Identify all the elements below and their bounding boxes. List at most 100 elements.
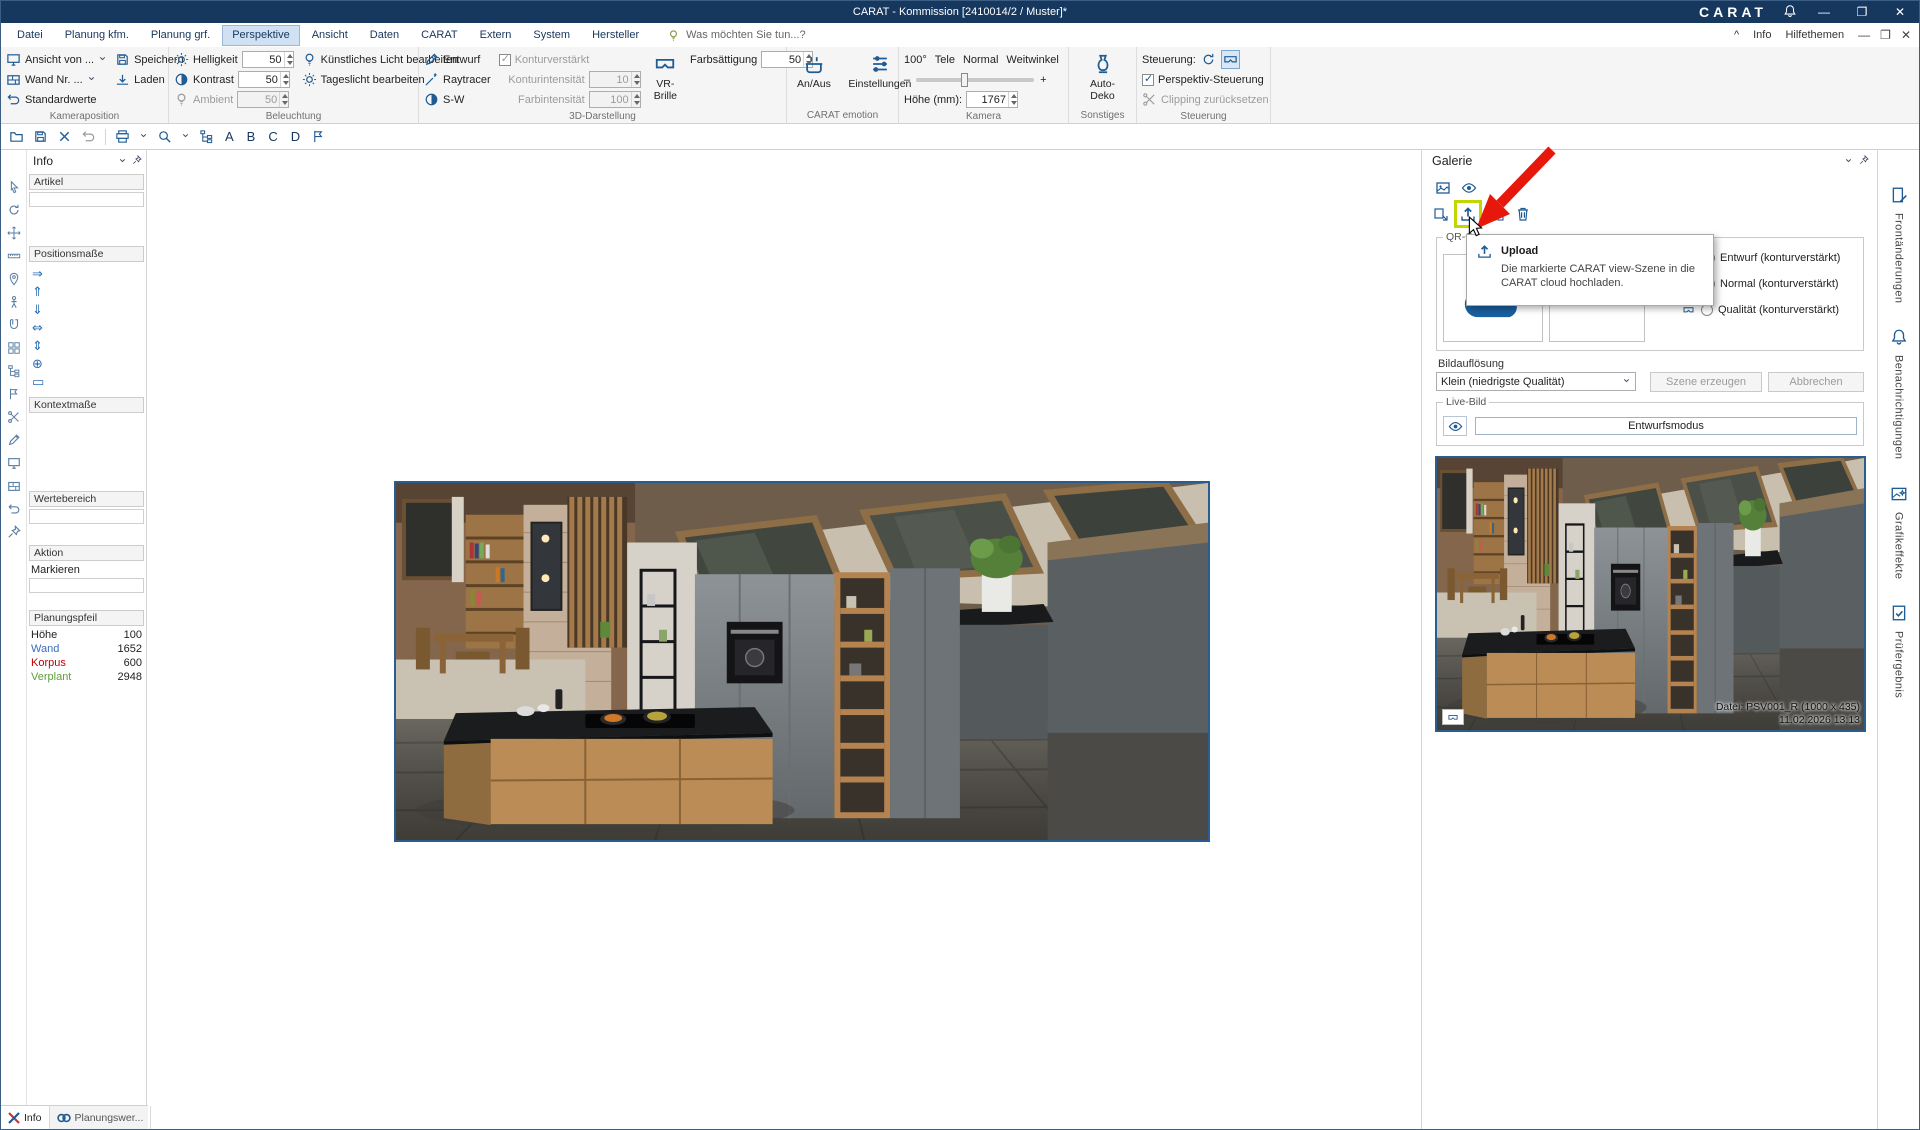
chevron-down-icon[interactable] [118,154,127,168]
standardwerte-button[interactable]: Standardwerte [6,90,107,109]
wall-tool-icon[interactable] [7,479,21,493]
scene-thumbnail[interactable]: Datei: PSV001_R (1000 x 435) 11.02.2026 … [1435,456,1866,732]
emotion-anaus-button[interactable]: An/Aus [792,50,836,93]
measure-center-icon[interactable]: ⊕ [32,357,146,372]
kontrast-spinner[interactable] [238,71,290,88]
view-preset-b[interactable]: B [245,129,258,144]
tab-info[interactable]: Info [1,1106,50,1129]
radio-normal[interactable]: Normal (konturverstärkt) [1703,278,1839,290]
close-plan-icon[interactable] [57,129,72,144]
entwurf-button[interactable]: Entwurf [424,50,491,69]
pencil-tool-icon[interactable] [7,433,21,447]
tab-extern[interactable]: Extern [470,25,522,46]
maximize-button[interactable]: ❐ [1851,5,1873,19]
vr-control-icon[interactable] [1221,50,1240,69]
wertebereich-field[interactable] [29,509,144,524]
gallery-view-button[interactable] [1458,177,1480,199]
flag-tool-icon[interactable] [7,387,21,401]
measure-tool-icon[interactable] [7,249,21,263]
fov-slider-handle[interactable] [961,73,968,87]
doc-restore-button[interactable]: ❐ [1880,28,1891,42]
fov-minus-button[interactable]: – [904,74,910,86]
tab-system[interactable]: System [523,25,580,46]
tab-perspektive[interactable]: Perspektive [222,25,299,46]
chevron-down-icon[interactable] [1844,154,1853,168]
auto-deko-button[interactable]: Auto-Deko [1074,50,1131,105]
measure-box-icon[interactable]: ▭ [32,375,146,390]
fov-slider[interactable] [916,78,1034,82]
pin-icon[interactable] [132,154,142,168]
doc-minimize-button[interactable]: — [1858,28,1870,42]
pointer-tool-icon[interactable] [7,180,21,194]
tab-planung-kfm[interactable]: Planung kfm. [55,25,139,46]
chevron-down-icon[interactable] [139,131,148,143]
measure-right-icon[interactable]: ⇒ [32,267,146,282]
minimize-button[interactable]: — [1813,5,1835,19]
view-preset-c[interactable]: C [266,129,279,144]
ansicht-von-button[interactable]: Ansicht von ... [6,50,107,69]
tab-hersteller[interactable]: Hersteller [582,25,649,46]
planning-canvas[interactable] [147,150,1421,1129]
bildaufloesung-select[interactable]: Klein (niedrigste Qualität) [1436,372,1636,391]
tell-me-search[interactable]: Was möchten Sie tun...? [667,29,805,42]
raytracer-button[interactable]: Raytracer [424,70,491,89]
open-folder-icon[interactable] [9,129,24,144]
tab-planungswerte[interactable]: Planungswer... [50,1106,152,1129]
livebild-mode-bar[interactable]: Entwurfsmodus [1475,417,1857,435]
perspective-render[interactable] [394,481,1210,842]
hierarchy-tool-icon[interactable] [7,364,21,378]
view-preset-a[interactable]: A [223,129,236,144]
measure-horizontal-icon[interactable]: ⇔ [32,321,146,336]
tab-frontaenderungen[interactable]: Frontänderungen [1890,186,1908,303]
collapse-ribbon-button[interactable]: ^ [1734,29,1739,41]
pin-icon[interactable] [1859,154,1869,168]
zoom-icon[interactable] [157,129,172,144]
sw-button[interactable]: S-W [424,90,491,109]
location-tool-icon[interactable] [7,272,21,286]
delete-scene-button[interactable] [1512,203,1534,225]
measure-up-icon[interactable]: ⇑ [32,285,146,300]
grid-tool-icon[interactable] [7,341,21,355]
orbit-control-icon[interactable] [1200,51,1217,68]
tab-pruefergebnis[interactable]: Prüfergebnis [1890,604,1908,698]
info-menu[interactable]: Info [1753,29,1771,41]
measure-down-icon[interactable]: ⇓ [32,303,146,318]
notifications-bell-icon[interactable] [1783,4,1797,21]
tab-carat[interactable]: CARAT [411,25,467,46]
vr-brille-button[interactable]: VR-Brille [649,50,682,105]
rotate-tool-icon[interactable] [7,203,21,217]
scene-export-button[interactable] [1430,203,1452,225]
magnet-tool-icon[interactable] [7,318,21,332]
tab-ansicht[interactable]: Ansicht [302,25,358,46]
aktion-field[interactable] [29,578,144,593]
close-button[interactable]: ✕ [1889,5,1911,19]
livebild-eye-button[interactable] [1443,416,1467,436]
tile-view-button[interactable] [1486,203,1508,225]
doc-close-button[interactable]: ✕ [1901,28,1911,42]
pin-tool-icon[interactable] [7,525,21,539]
wand-nr-button[interactable]: Wand Nr. ... [6,70,107,89]
fov-plus-button[interactable]: + [1040,74,1046,86]
view-preset-d[interactable]: D [289,129,302,144]
help-menu[interactable]: Hilfethemen [1785,29,1844,41]
tab-grafikeffekte[interactable]: Grafikeffekte [1890,485,1908,579]
gallery-image-button[interactable] [1432,177,1454,199]
chevron-down-icon[interactable] [181,131,190,143]
tab-benachrichtigungen[interactable]: Benachrichtigungen [1890,328,1908,459]
flag-icon[interactable] [311,129,326,144]
perspektiv-steuerung-checkbox[interactable] [1142,74,1154,86]
hoehe-spinner[interactable] [966,91,1018,108]
measure-vertical-icon[interactable]: ⇕ [32,339,146,354]
tab-daten[interactable]: Daten [360,25,409,46]
artikel-field[interactable] [29,192,144,207]
radio-entwurf[interactable]: Entwurf (konturverstärkt) [1703,252,1840,264]
clipping-tool-icon[interactable] [7,410,21,424]
person-tool-icon[interactable] [7,295,21,309]
tab-planung-grf[interactable]: Planung grf. [141,25,220,46]
reset-tool-icon[interactable] [7,502,21,516]
monitor-tool-icon[interactable] [7,456,21,470]
hierarchy-icon[interactable] [199,129,214,144]
print-icon[interactable] [115,129,130,144]
helligkeit-spinner[interactable] [242,51,294,68]
move-tool-icon[interactable] [7,226,21,240]
